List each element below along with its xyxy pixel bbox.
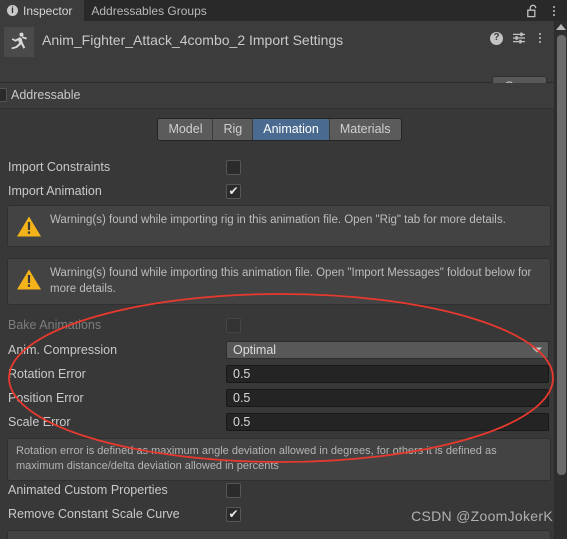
next-section-box: [7, 530, 551, 539]
import-animation-checkbox[interactable]: ✔: [226, 183, 241, 199]
position-error-input[interactable]: 0.5: [226, 389, 549, 407]
rotation-error-input[interactable]: 0.5: [226, 365, 549, 383]
warning-box-animation: Warning(s) found while importing this an…: [7, 258, 551, 306]
row-anim-compression: Anim. Compression Optimal: [0, 338, 559, 362]
warning-text-animation: Warning(s) found while importing this an…: [50, 267, 532, 295]
window-tab-addressables-groups[interactable]: Addressables Groups: [84, 0, 218, 21]
warning-box-rig: Warning(s) found while importing rig in …: [7, 205, 551, 247]
watermark-text: CSDN @ZoomJokerK: [411, 508, 553, 524]
anim-compression-dropdown[interactable]: Optimal: [226, 341, 549, 359]
tab-animation[interactable]: Animation: [253, 119, 330, 140]
remove-constant-scale-curves-checkbox[interactable]: ✔: [226, 506, 241, 522]
anim-compression-value: Optimal: [233, 343, 277, 357]
animated-custom-properties-label: Animated Custom Properties: [8, 483, 168, 497]
anim-compression-label: Anim. Compression: [8, 343, 118, 357]
position-error-label: Position Error: [8, 391, 84, 405]
scrollbar-thumb[interactable]: [557, 35, 566, 475]
row-scale-error: Scale Error 0.5: [0, 410, 559, 434]
tab-rig[interactable]: Rig: [213, 119, 254, 140]
addressable-checkbox[interactable]: [0, 88, 7, 102]
asset-header: Anim_Fighter_Attack_4combo_2 Import Sett…: [0, 21, 559, 96]
addressable-label: Addressable: [11, 88, 81, 102]
bake-animations-label: Bake Animations: [8, 318, 102, 332]
import-constraints-checkbox[interactable]: [226, 159, 241, 175]
check-icon: ✔: [228, 183, 239, 198]
window-tab-addressables-groups-label: Addressables Groups: [91, 3, 207, 18]
inspector-body: Model Rig Animation Materials Import Con…: [0, 110, 559, 539]
scale-error-label: Scale Error: [8, 415, 71, 429]
warning-icon: [16, 268, 42, 292]
import-settings-tabs: Model Rig Animation Materials: [0, 118, 559, 141]
vertical-scrollbar[interactable]: [554, 21, 567, 539]
row-animated-custom-properties: Animated Custom Properties: [0, 478, 559, 502]
rotation-error-value: 0.5: [233, 367, 251, 381]
lock-open-icon[interactable]: [527, 4, 539, 18]
animation-clip-icon: [4, 27, 34, 57]
remove-constant-scale-curves-label: Remove Constant Scale Curve: [8, 507, 180, 521]
row-position-error: Position Error 0.5: [0, 386, 559, 410]
info-icon: i: [7, 5, 18, 16]
bake-animations-checkbox: [226, 317, 241, 333]
page-title: Anim_Fighter_Attack_4combo_2 Import Sett…: [42, 32, 344, 48]
warning-text-rig: Warning(s) found while importing rig in …: [50, 214, 506, 226]
header-action-icons: ?: [490, 31, 545, 45]
window-tab-inspector[interactable]: i Inspector: [0, 0, 85, 21]
row-import-animation: Import Animation ✔: [0, 179, 559, 203]
position-error-value: 0.5: [233, 391, 251, 405]
row-import-constraints: Import Constraints: [0, 155, 559, 179]
chevron-down-icon: [532, 347, 542, 353]
import-animation-label: Import Animation: [8, 184, 102, 198]
kebab-menu-icon[interactable]: [535, 31, 545, 45]
kebab-menu-icon[interactable]: [549, 4, 559, 18]
row-rotation-error: Rotation Error 0.5: [0, 362, 559, 386]
warning-icon: [16, 215, 42, 239]
scale-error-input[interactable]: 0.5: [226, 413, 549, 431]
scroll-up-arrow-icon[interactable]: [556, 24, 566, 30]
row-bake-animations: Bake Animations: [0, 313, 559, 337]
tab-materials[interactable]: Materials: [329, 119, 401, 140]
import-constraints-label: Import Constraints: [8, 160, 111, 174]
help-icon[interactable]: ?: [490, 31, 503, 45]
animated-custom-properties-checkbox[interactable]: [226, 482, 241, 498]
window-tab-inspector-label: Inspector: [23, 3, 73, 18]
unity-inspector-window: i Inspector Addressables Groups Anim_Fig…: [0, 0, 567, 539]
check-icon: ✔: [228, 506, 239, 521]
window-tab-strip-actions: [527, 0, 567, 21]
scale-error-value: 0.5: [233, 415, 251, 429]
rotation-error-label: Rotation Error: [8, 367, 86, 381]
tab-model[interactable]: Model: [158, 119, 214, 140]
info-help-box: Rotation error is defined as maximum ang…: [7, 438, 551, 481]
preset-settings-icon[interactable]: [512, 31, 526, 45]
addressable-row: Addressable: [0, 83, 559, 109]
window-tab-strip: i Inspector Addressables Groups: [0, 0, 567, 21]
